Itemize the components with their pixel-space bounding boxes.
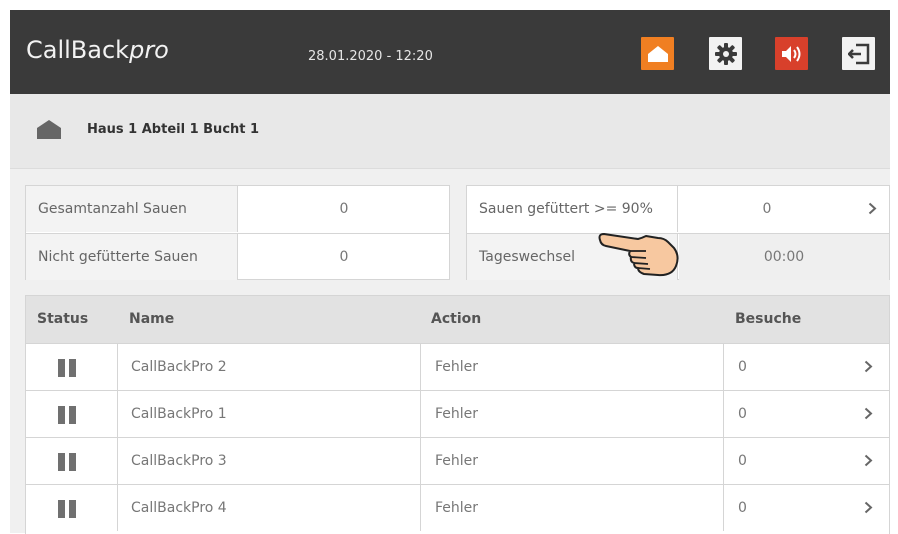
app-title-main: CallBack <box>26 36 130 64</box>
table-row[interactable]: CallBackPro 2 Fehler 0 <box>26 343 889 390</box>
divider <box>420 485 421 531</box>
chevron-right-icon <box>864 360 873 373</box>
pause-icon <box>58 453 78 471</box>
summary-row: Gesamtanzahl Sauen 0 <box>26 186 449 232</box>
row-name: CallBackPro 1 <box>131 406 227 422</box>
fed-sows-row[interactable]: Sauen gefüttert >= 90% 0 <box>467 186 889 232</box>
summary-value: 0 <box>339 249 349 265</box>
divider <box>420 391 421 437</box>
row-name: CallBackPro 3 <box>131 453 227 469</box>
speaker-icon <box>781 45 800 62</box>
column-header-status: Status <box>37 311 89 327</box>
breadcrumb-text: Haus 1 Abteil 1 Bucht 1 <box>87 122 260 137</box>
chevron-right-icon <box>868 202 877 215</box>
logout-button[interactable] <box>842 37 875 70</box>
summary-panel-left: Gesamtanzahl Sauen 0 Nicht gefütterte Sa… <box>25 185 450 280</box>
chevron-right-icon <box>864 501 873 514</box>
house-icon <box>37 120 61 139</box>
logout-icon <box>847 43 869 64</box>
summary-label: Gesamtanzahl Sauen <box>26 186 238 232</box>
pointing-hand-icon <box>598 233 679 277</box>
summary-label: Nicht gefütterte Sauen <box>26 234 238 280</box>
pause-icon <box>58 500 78 518</box>
summary-value: 00:00 <box>679 234 889 280</box>
divider <box>723 438 724 484</box>
column-header-action: Action <box>431 311 482 327</box>
top-bar: CallBackpro 28.01.2020 - 12:20 <box>10 10 890 94</box>
divider <box>117 391 118 437</box>
divider <box>723 344 724 390</box>
sound-button[interactable] <box>775 37 808 70</box>
app-title-italic: pro <box>129 36 169 64</box>
table-header: Status Name Action Besuche <box>26 296 889 343</box>
breadcrumb: Haus 1 Abteil 1 Bucht 1 <box>10 94 890 169</box>
divider <box>117 344 118 390</box>
row-besuche: 0 <box>738 406 747 422</box>
summary-row: Nicht gefütterte Sauen 0 <box>26 233 449 280</box>
divider <box>117 438 118 484</box>
row-besuche: 0 <box>738 453 747 469</box>
row-action: Fehler <box>435 453 479 469</box>
divider <box>420 438 421 484</box>
row-action: Fehler <box>435 500 479 516</box>
row-name: CallBackPro 2 <box>131 359 227 375</box>
app-window: CallBackpro 28.01.2020 - 12:20 Haus 1 Ab… <box>10 10 890 534</box>
divider <box>117 485 118 531</box>
row-besuche: 0 <box>738 500 747 516</box>
station-table: Status Name Action Besuche CallBackPro 2… <box>25 295 890 534</box>
app-title: CallBackpro <box>26 36 169 64</box>
table-row[interactable]: CallBackPro 4 Fehler 0 <box>26 484 889 531</box>
row-action: Fehler <box>435 359 479 375</box>
divider <box>420 344 421 390</box>
summary-value: 0 <box>679 186 855 232</box>
column-header-name: Name <box>129 311 175 327</box>
chevron-right-icon <box>864 407 873 420</box>
table-row[interactable]: CallBackPro 1 Fehler 0 <box>26 390 889 437</box>
row-besuche: 0 <box>738 359 747 375</box>
pause-icon <box>58 359 78 377</box>
gear-icon <box>714 42 737 65</box>
date-time: 28.01.2020 - 12:20 <box>308 49 433 64</box>
chevron-right-icon <box>864 454 873 467</box>
summary-label: Sauen gefüttert >= 90% <box>467 186 678 232</box>
home-button[interactable] <box>641 37 674 70</box>
table-row[interactable]: CallBackPro 3 Fehler 0 <box>26 437 889 484</box>
pause-icon <box>58 406 78 424</box>
home-icon <box>647 45 668 62</box>
divider <box>723 391 724 437</box>
summary-value: 0 <box>339 201 349 217</box>
row-action: Fehler <box>435 406 479 422</box>
settings-button[interactable] <box>709 37 742 70</box>
divider <box>723 485 724 531</box>
column-header-besuche: Besuche <box>735 311 802 327</box>
row-name: CallBackPro 4 <box>131 500 227 516</box>
